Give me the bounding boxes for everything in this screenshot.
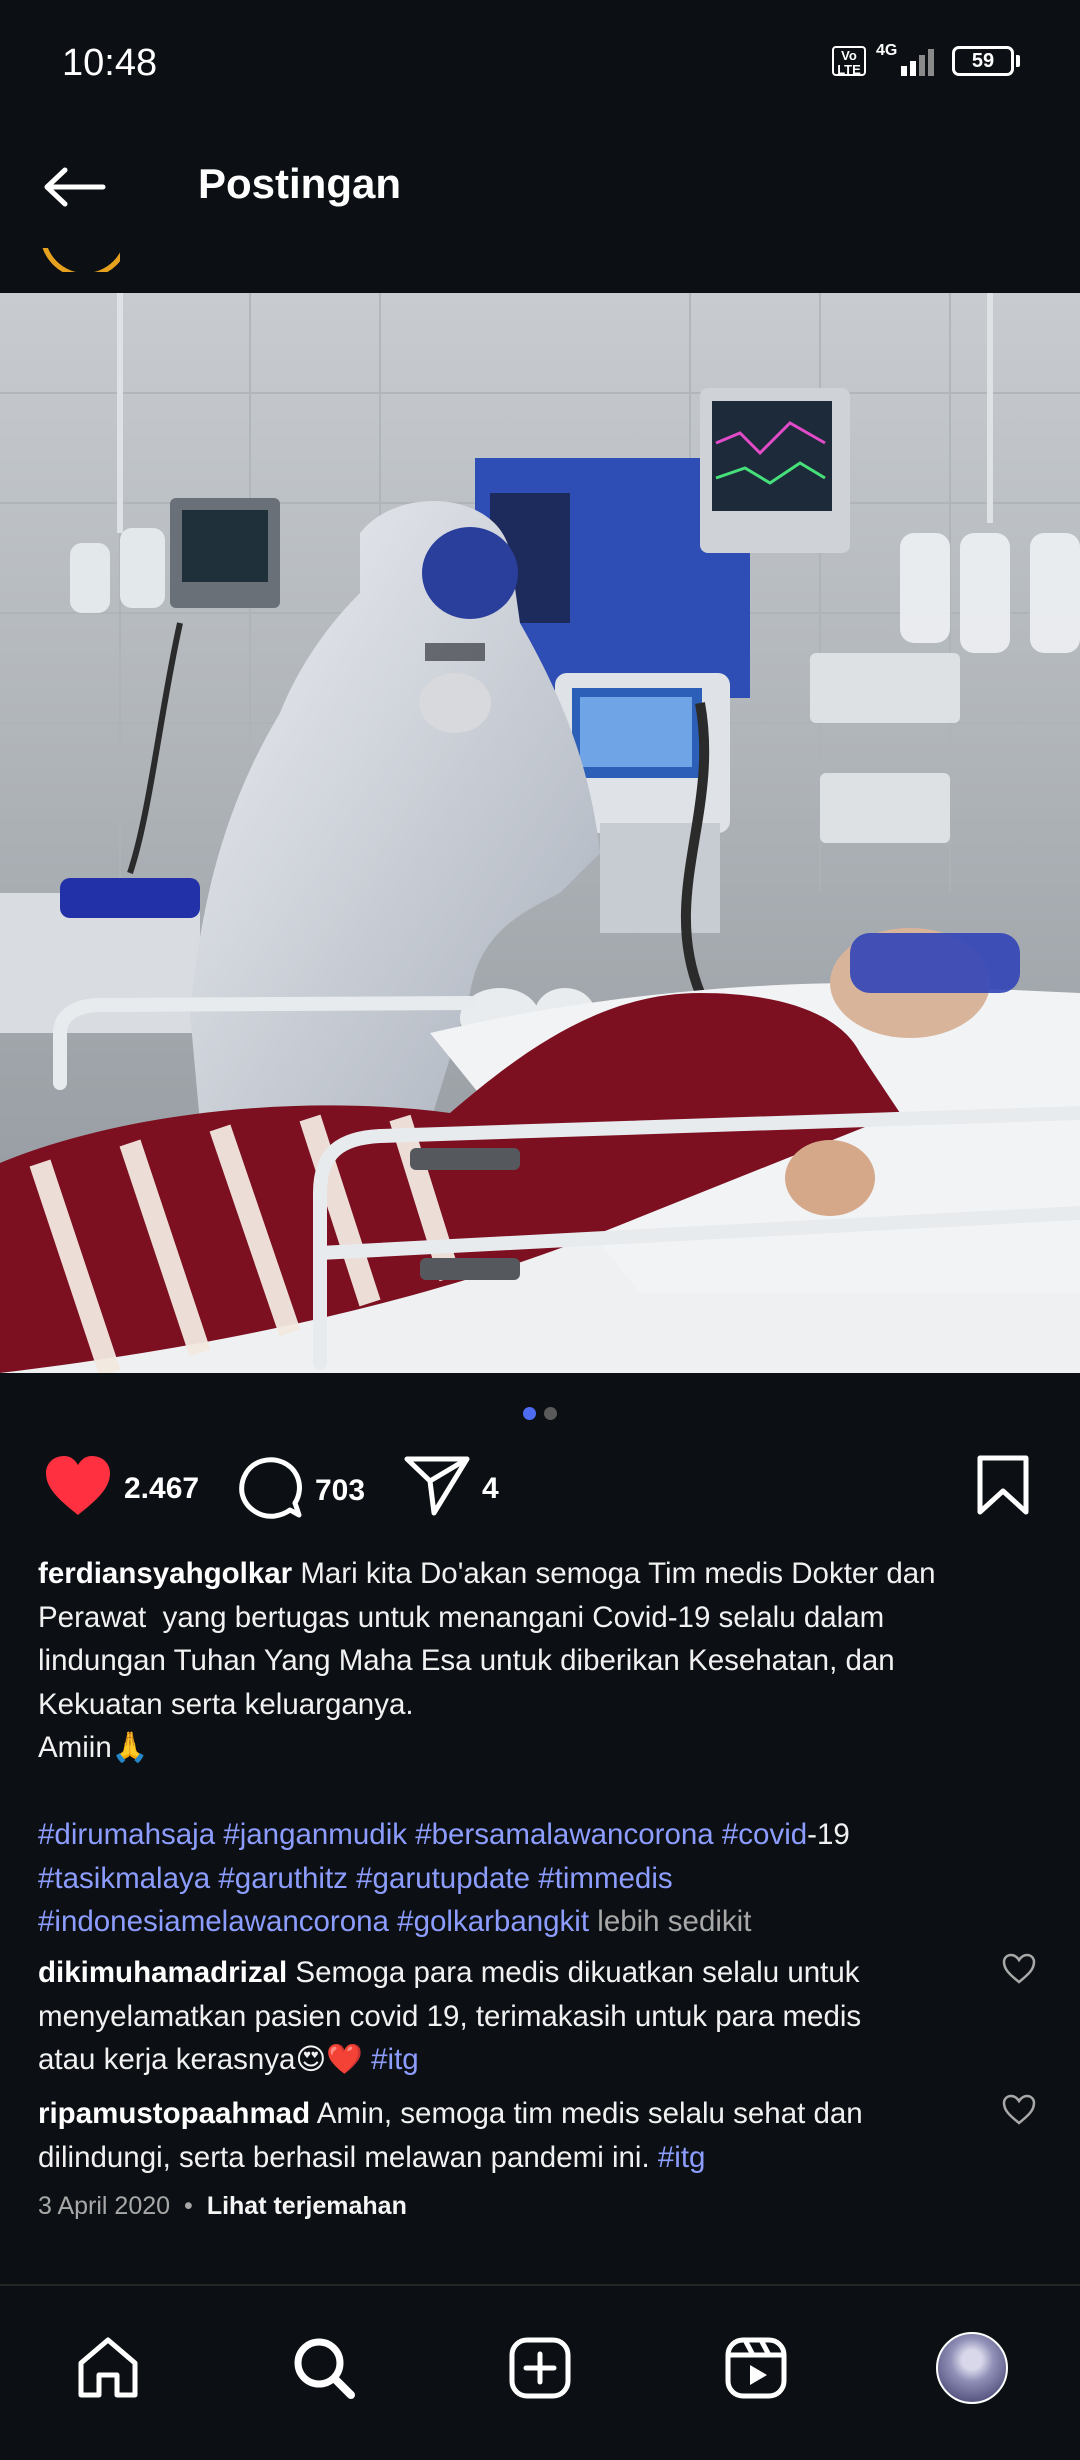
hashtag-link[interactable]: #dirumahsaja [38, 1818, 215, 1851]
post-meta: 3 April 2020 • Lihat terjemahan [38, 2192, 407, 2221]
hashtag-link[interactable]: #bersamalawancorona [415, 1818, 713, 1851]
hashtag-link[interactable]: #indonesiamelawancorona [38, 1905, 389, 1938]
like-count[interactable]: 2.467 [124, 1472, 199, 1506]
search-icon[interactable] [284, 2328, 364, 2408]
share-count[interactable]: 4 [482, 1472, 499, 1506]
caption-line: Amiin🙏 [38, 1731, 149, 1764]
hashtag-suffix: -19 [807, 1818, 850, 1851]
comment-action[interactable]: 703 [237, 1455, 365, 1526]
like-action[interactable]: 2.467 [44, 1455, 199, 1522]
status-bar: 10:48 Vo LTE 4G 59 [0, 0, 1080, 130]
comment-like-icon[interactable] [1002, 2094, 1036, 2128]
post-date: 3 April 2020 [38, 2192, 171, 2220]
caption-username[interactable]: ferdiansyahgolkar [38, 1557, 292, 1590]
comment-text: Amin, semoga tim medis selalu sehat dan [316, 2097, 863, 2130]
post-caption: ferdiansyahgolkar Mari kita Do'akan semo… [38, 1552, 1038, 1944]
see-translation-link[interactable]: Lihat terjemahan [207, 2192, 407, 2221]
reels-icon[interactable] [716, 2328, 796, 2408]
hashtag-link[interactable]: #itg [658, 2141, 706, 2174]
bottom-nav [0, 2284, 1080, 2460]
avatar[interactable] [936, 2332, 1008, 2404]
battery-icon: 59 [952, 46, 1020, 76]
comment-count[interactable]: 703 [315, 1474, 365, 1508]
caption-line: Mari kita Do'akan semoga Tim medis Dokte… [300, 1557, 936, 1590]
page-title: Postingan [198, 160, 402, 207]
status-icons: Vo LTE 4G 59 [832, 42, 1020, 77]
comment-username[interactable]: dikimuhamadrizal [38, 1956, 287, 1989]
comment-like-icon[interactable] [1002, 1953, 1036, 1987]
carousel-dot-2 [544, 1407, 557, 1420]
signal-icon: 4G [876, 42, 942, 76]
comment-text: menyelamatkan pasien covid 19, terimakas… [38, 1999, 862, 2033]
post-actions: 2.467 703 4 [40, 1455, 1040, 1530]
comment-text: dilindungi, serta berhasil melawan pande… [38, 2140, 658, 2174]
hashtag-link[interactable]: #itg [371, 2043, 419, 2076]
hashtag-link[interactable]: #covid [722, 1818, 807, 1851]
battery-level: 59 [952, 46, 1014, 76]
hashtag-link[interactable]: #golkarbangkit [397, 1905, 589, 1938]
post-image[interactable] [0, 293, 1080, 1373]
comment-item: dikimuhamadrizal Semoga para medis dikua… [38, 1951, 978, 2082]
share-action[interactable]: 4 [404, 1455, 499, 1522]
comment-icon[interactable] [237, 1455, 303, 1526]
heart-icon[interactable] [44, 1455, 112, 1522]
meta-separator: • [184, 2192, 193, 2220]
comment-item: ripamustopaahmad Amin, semoga tim medis … [38, 2092, 978, 2179]
show-less-link[interactable]: lebih sedikit [597, 1905, 751, 1938]
author-avatar[interactable] [40, 248, 120, 272]
bookmark-icon[interactable] [976, 1455, 1030, 1515]
caption-line: Perawat yang bertugas untuk menangani Co… [38, 1600, 885, 1634]
network-type: 4G [876, 42, 898, 59]
volte-icon: Vo LTE [832, 46, 866, 77]
hashtag-link[interactable]: #tasikmalaya [38, 1862, 210, 1895]
back-arrow-icon[interactable] [40, 152, 110, 222]
send-icon[interactable] [404, 1455, 470, 1522]
caption-line: Kekuatan serta keluarganya. [38, 1687, 414, 1721]
hashtag-link[interactable]: #garutupdate [356, 1862, 530, 1895]
hashtag-link[interactable]: #janganmudik [223, 1818, 407, 1851]
comment-text: Semoga para medis dikuatkan selalu untuk [295, 1956, 860, 1989]
profile-avatar[interactable] [932, 2328, 1012, 2408]
top-header: Postingan [0, 130, 1080, 260]
carousel-dot-1 [523, 1407, 536, 1420]
status-time: 10:48 [62, 42, 158, 84]
comment-text: atau kerja kerasnya😍❤️ [38, 2043, 372, 2076]
hashtag-link[interactable]: #garuthitz [218, 1862, 348, 1895]
home-icon[interactable] [68, 2328, 148, 2408]
comment-username[interactable]: ripamustopaahmad [38, 2097, 310, 2130]
caption-line: lindungan Tuhan Yang Maha Esa untuk dibe… [38, 1644, 895, 1677]
carousel-indicator [0, 1407, 1080, 1420]
create-icon[interactable] [500, 2328, 580, 2408]
hashtag-link[interactable]: #timmedis [538, 1862, 672, 1895]
